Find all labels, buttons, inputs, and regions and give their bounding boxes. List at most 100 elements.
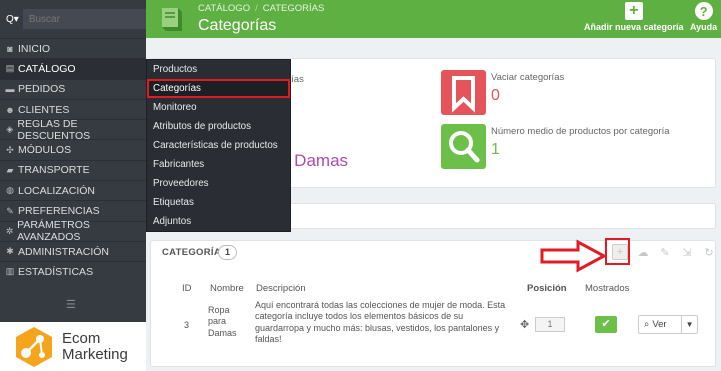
customers-icon: ☻ — [5, 104, 15, 115]
sidebar-item-modulos[interactable]: ✣ MÓDULOS — [0, 139, 146, 159]
search-input[interactable] — [22, 9, 161, 29]
question-icon: ? — [694, 2, 713, 20]
magnifier-icon — [449, 131, 480, 163]
sidebar-item-label: PREFERENCIAS — [18, 205, 100, 218]
logo-mark-icon — [16, 326, 52, 367]
cloud-upload-icon[interactable]: ☁ — [635, 244, 651, 260]
column-description[interactable]: Descripción — [256, 283, 306, 294]
row-description-line-2: categoría incluye todos los elementos bá… — [255, 311, 464, 322]
column-id[interactable]: ID — [182, 283, 192, 294]
sidebar-item-inicio[interactable]: ◙ INICIO — [0, 38, 146, 58]
breadcrumb-separator: / — [255, 3, 258, 14]
sidebar-item-label: CLIENTES — [18, 103, 70, 116]
empty-categories-tile — [441, 70, 486, 115]
submenu-item-monitoreo[interactable]: Monitoreo — [147, 98, 290, 117]
view-dropdown-caret-icon[interactable]: ▼ — [681, 316, 697, 333]
help-button[interactable]: ? Ayuda — [690, 2, 717, 32]
row-description-line-3: guardarropa y mucho más: blusas, vestido… — [255, 322, 500, 333]
row-description: Aquí encontrará todas las colecciones de… — [255, 300, 510, 345]
sidebar-item-label: PEDIDOS — [18, 83, 66, 96]
plus-icon: + — [624, 2, 643, 20]
breadcrumb-catalogo[interactable]: CATÁLOGO — [198, 3, 250, 14]
sidebar-item-preferencias[interactable]: ✎ PREFERENCIAS — [0, 200, 146, 220]
breadcrumb-categorias[interactable]: CATEGORÍAS — [263, 3, 325, 14]
categories-count-badge: 1 — [218, 245, 237, 260]
page-title: Categorías — [198, 17, 277, 34]
shown-toggle-check-icon[interactable]: ✔ — [595, 316, 617, 333]
sidebar-item-transporte[interactable]: ▰ TRANSPORTE — [0, 159, 146, 180]
row-description-line-4: faldas! — [255, 333, 282, 344]
sidebar-item-reglas[interactable]: ◈ REGLAS DE DESCUENTOS — [0, 117, 146, 142]
sidebar-item-label: REGLAS DE DESCUENTOS — [17, 117, 91, 142]
sidebar-item-localizacion[interactable]: ◍ LOCALIZACIÓN — [0, 180, 146, 200]
submenu-item-caracteristicas[interactable]: Características de productos — [147, 136, 290, 155]
column-position[interactable]: Posición — [527, 283, 567, 294]
sidebar-item-label: CATÁLOGO — [18, 62, 76, 75]
collapse-menu-icon[interactable]: ☰ — [66, 298, 76, 311]
view-button-group: ⌕ Ver ▼ — [638, 315, 698, 334]
submenu-item-proveedores[interactable]: Proveedores — [147, 174, 290, 193]
page-header: CATÁLOGO / CATEGORÍAS Categorías + Añadir … — [146, 0, 721, 38]
annotation-highlight-box — [605, 238, 630, 265]
sidebar-item-estadisticas[interactable]: ▥ ESTADÍSTICAS — [0, 261, 146, 281]
column-shown[interactable]: Mostrados — [585, 283, 629, 294]
submenu-item-etiquetas[interactable]: Etiquetas — [147, 193, 290, 212]
edit-icon[interactable]: ✎ — [657, 244, 673, 260]
export-icon[interactable]: ⇲ — [679, 244, 695, 260]
sidebar-item-parametros[interactable]: ✲ PARÁMETROS AVANZADOS — [0, 219, 146, 244]
column-name[interactable]: Nombre — [210, 283, 244, 294]
view-button[interactable]: ⌕ Ver — [644, 319, 681, 330]
avg-products-tile — [441, 124, 486, 169]
submenu-item-productos[interactable]: Productos — [147, 60, 290, 79]
submenu-item-atributos[interactable]: Atributos de productos — [147, 117, 290, 136]
orders-icon: ▬ — [5, 84, 15, 95]
discount-icon: ◈ — [6, 124, 14, 135]
sidebar-item-label: ESTADÍSTICAS — [18, 265, 94, 278]
empty-categories-label: Vaciar categorías — [491, 72, 565, 83]
sidebar-item-label: MÓDULOS — [18, 144, 72, 157]
row-name: Ropa para Damas — [208, 305, 237, 339]
drag-move-icon[interactable]: ✥ — [520, 318, 529, 331]
submenu-item-adjuntos[interactable]: Adjuntos — [147, 212, 290, 231]
refresh-icon[interactable]: ↻ — [701, 244, 717, 260]
sidebar-item-catalogo[interactable]: ▤ CATÁLOGO — [0, 58, 146, 79]
submenu-item-fabricantes[interactable]: Fabricantes — [147, 155, 290, 174]
avg-products-value: 1 — [491, 141, 500, 158]
add-category-button[interactable]: + Añadir nueva categoría — [584, 2, 684, 32]
row-name-line-3: Damas — [208, 327, 237, 338]
sidebar-item-pedidos[interactable]: ▬ PEDIDOS — [0, 78, 146, 99]
sidebar: Q▾ ◙INICIO ▤CATÁLOGO ▬PEDIDOS ☻CLIENTES … — [0, 0, 161, 371]
sidebar-item-clientes[interactable]: ☻ CLIENTES — [0, 98, 146, 119]
logo-line-2: Marketing — [62, 345, 128, 363]
help-label: Ayuda — [690, 22, 718, 32]
search-type-select[interactable]: Q▾ — [6, 9, 19, 29]
wrench-icon: ✎ — [6, 205, 14, 216]
globe-icon: ◍ — [6, 185, 14, 196]
breadcrumb: CATÁLOGO / CATEGORÍAS — [198, 3, 324, 14]
submenu-item-categorias[interactable]: Categorías — [147, 79, 290, 98]
modules-icon: ✣ — [6, 144, 14, 155]
annotation-arrow-icon — [540, 239, 608, 273]
gear-icon: ✱ — [6, 246, 14, 257]
logo-line-1: Ecom — [62, 329, 101, 347]
row-position[interactable]: 1 — [535, 317, 565, 332]
sidebar-item-label: PARÁMETROS AVANZADOS — [17, 219, 90, 244]
cogs-icon: ✲ — [5, 225, 14, 236]
sidebar-item-label: ADMINISTRACIÓN — [18, 245, 110, 258]
book-icon — [162, 8, 182, 31]
ecom-marketing-logo: Ecom Marketing — [0, 322, 146, 371]
row-description-line-1: Aquí encontrará todas las colecciones de… — [255, 300, 506, 310]
shipping-icon: ▰ — [6, 164, 14, 175]
row-name-line-2: para — [208, 316, 227, 327]
sidebar-item-label: TRANSPORTE — [18, 164, 90, 177]
sidebar-item-label: INICIO — [18, 42, 51, 55]
search-row: Q▾ — [0, 0, 161, 38]
catalog-icon: ▤ — [5, 63, 15, 74]
stats-icon: ▥ — [5, 266, 15, 277]
avg-products-label: Número medio de productos por categoría — [491, 126, 670, 137]
zoom-icon: ⌕ — [644, 319, 650, 330]
sidebar-item-administracion[interactable]: ✱ ADMINISTRACIÓN — [0, 240, 146, 261]
row-id: 3 — [184, 320, 190, 330]
add-category-label: Añadir nueva categoría — [584, 22, 684, 32]
dashboard-icon: ◙ — [7, 43, 13, 54]
